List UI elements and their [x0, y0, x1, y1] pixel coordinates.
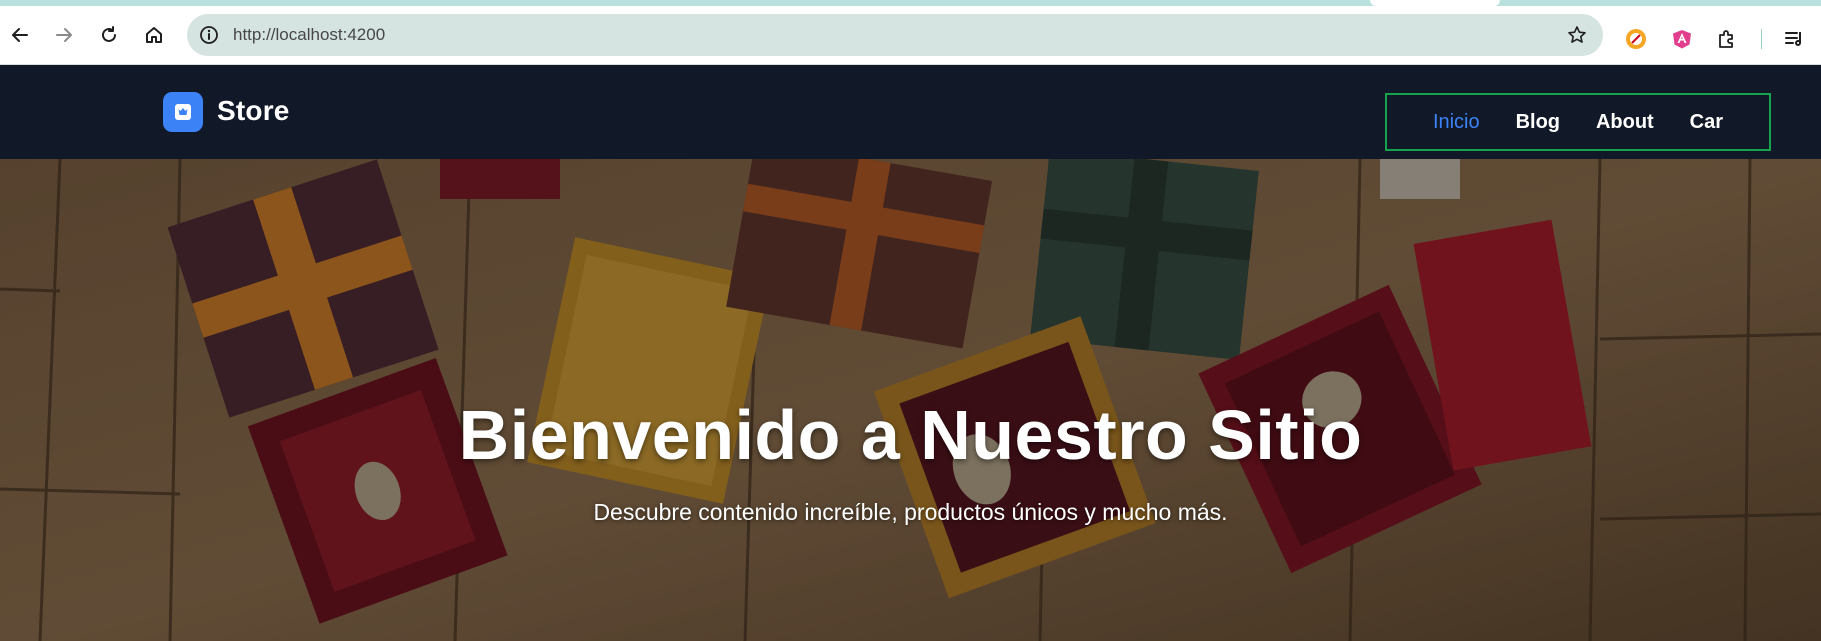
reading-list-icon[interactable] [1781, 26, 1807, 52]
nav-link-car[interactable]: Car [1690, 111, 1723, 134]
hero-subtitle: Descubre contenido increíble, productos … [593, 499, 1228, 525]
extensions-puzzle-icon[interactable] [1714, 26, 1740, 52]
brand-name[interactable]: Store [217, 95, 290, 127]
angular-devtools-icon[interactable] [1669, 26, 1695, 52]
nav-link-inicio[interactable]: Inicio [1433, 111, 1480, 134]
toolbar-separator [1761, 29, 1762, 49]
nav-link-blog[interactable]: Blog [1516, 111, 1560, 134]
browser-toolbar: http://localhost:4200 [0, 6, 1821, 65]
reload-icon[interactable] [96, 22, 122, 48]
nav-link-about[interactable]: About [1596, 111, 1654, 134]
site-info-icon[interactable] [197, 23, 221, 47]
store-logo-icon[interactable] [163, 92, 203, 132]
bookmark-star-icon[interactable] [1565, 23, 1589, 47]
hero-title: Bienvenido a Nuestro Sitio [458, 396, 1363, 474]
back-arrow-icon[interactable] [7, 22, 33, 48]
url-text[interactable]: http://localhost:4200 [233, 25, 385, 45]
forward-arrow-icon[interactable] [51, 22, 77, 48]
main-nav: Inicio Blog About Car [1385, 93, 1771, 151]
home-icon[interactable] [141, 22, 167, 48]
hero-section: Bienvenido a Nuestro Sitio Descubre cont… [0, 159, 1821, 641]
address-bar[interactable]: http://localhost:4200 [187, 14, 1603, 56]
site-header: Store Inicio Blog About Car [0, 65, 1821, 159]
extension-orange-icon[interactable] [1623, 26, 1649, 52]
